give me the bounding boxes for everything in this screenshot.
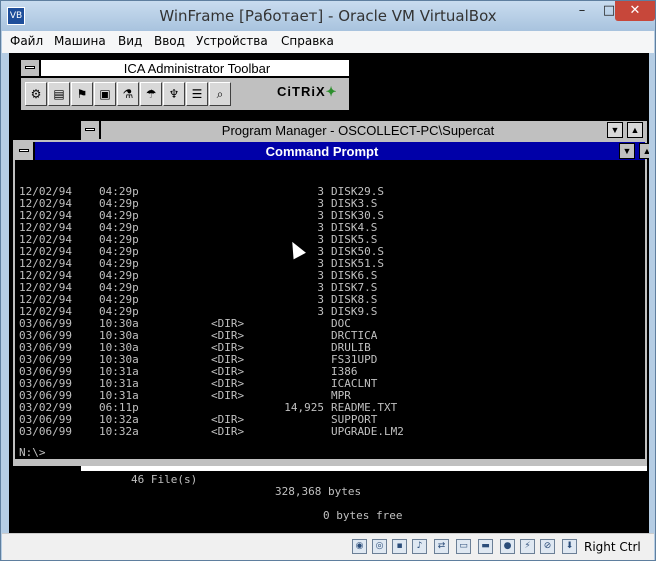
entry-name: UPGRADE.LM2 (331, 425, 404, 438)
entry-time: 10:32a (99, 425, 139, 438)
menu-input[interactable]: Ввод (154, 34, 185, 48)
entry-size: 14,925 (284, 401, 324, 414)
ica-tool-4-icon[interactable]: ▣ (94, 82, 116, 106)
free-bytes: 0 bytes free (323, 509, 403, 522)
command-prompt-titlebar[interactable]: Command Prompt ▼ ▲ (15, 142, 649, 160)
network-icon[interactable]: ⇄ (434, 539, 449, 554)
ica-tool-9-icon[interactable]: ⌕ (209, 82, 231, 106)
pm-system-menu-button[interactable] (81, 121, 101, 139)
citrix-logo: CiTRiX✦ (277, 84, 338, 100)
host-window-title: WinFrame [Работает] - Oracle VM VirtualB… (159, 7, 497, 25)
program-manager-title: Program Manager - OSCOLLECT-PC\Supercat (221, 123, 495, 138)
display-icon[interactable]: ▬ (478, 539, 493, 554)
host-titlebar[interactable]: VB WinFrame [Работает] - Oracle VM Virtu… (1, 1, 655, 31)
shared-folder-icon[interactable]: ▭ (456, 539, 471, 554)
host-key-label: Right Ctrl (584, 540, 641, 554)
optical-drive-icon[interactable]: ◎ (372, 539, 387, 554)
entry-size: 3 (317, 293, 324, 306)
citrix-logo-mark: ✦ (325, 84, 338, 99)
ica-toolbar-title: ICA Administrator Toolbar (123, 61, 271, 76)
mouse-integration-icon[interactable]: ⊘ (540, 539, 555, 554)
command-prompt-title: Command Prompt (265, 144, 379, 159)
citrix-logo-text: CiTRiX (277, 84, 326, 99)
ica-tool-7-icon[interactable]: ♆ (163, 82, 185, 106)
entry-size: 3 (317, 209, 324, 222)
ica-toolbar-window: ICA Administrator Toolbar ⚙ ▤ ⚑ ▣ ⚗ ☂ ♆ … (19, 58, 351, 112)
entry-size: 3 (317, 197, 324, 210)
menu-file[interactable]: Файл (10, 34, 43, 48)
ica-tool-1-icon[interactable]: ⚙ (25, 82, 47, 106)
menu-machine[interactable]: Машина (54, 34, 106, 48)
total-bytes: 328,368 bytes (275, 485, 362, 498)
summary-free-row: 0 bytes free (19, 498, 639, 522)
minimize-button[interactable]: – (568, 1, 596, 21)
entry-size: 3 (317, 257, 324, 270)
command-prompt-window: Command Prompt ▼ ▲ 12/02/94 04:29p 3 DISK29… (13, 140, 649, 522)
system-menu-icon (85, 128, 95, 131)
menu-view[interactable]: Вид (118, 34, 142, 48)
system-menu-icon (25, 66, 35, 69)
program-manager-titlebar[interactable]: Program Manager - OSCOLLECT-PC\Supercat … (81, 121, 647, 139)
host-statusbar: ◉ ◎ ▪ ♪ ⇄ ▭ ▬ ● ⚡ ⊘ ⬇ Right Ctrl (2, 533, 654, 560)
console-output[interactable]: 12/02/94 04:29p 3 DISK29.S 12/02/94 04:29p 3 DI… (19, 162, 639, 522)
ica-tool-2-icon[interactable]: ▤ (48, 82, 70, 106)
command-prompt-line[interactable]: N:\> (19, 446, 46, 459)
ica-tool-5-icon[interactable]: ⚗ (117, 82, 139, 106)
cmd-maximize-button[interactable]: ▲ (639, 143, 649, 159)
file-count: 46 File(s) (131, 473, 198, 486)
ica-tool-6-icon[interactable]: ☂ (140, 82, 162, 106)
usb-icon[interactable]: ⚡ (520, 539, 535, 554)
listing-row: 03/06/99 10:32a <DIR> UPGRADE.LM2 (19, 426, 639, 438)
audio-icon[interactable]: ♪ (412, 539, 427, 554)
virtualbox-window: VB WinFrame [Работает] - Oracle VM Virtu… (0, 0, 656, 561)
ica-toolbar-titlebar[interactable]: ICA Administrator Toolbar (21, 60, 349, 78)
ica-tool-3-icon[interactable]: ⚑ (71, 82, 93, 106)
pm-maximize-button[interactable]: ▲ (627, 122, 643, 138)
hard-disk-icon[interactable]: ◉ (352, 539, 367, 554)
host-key-arrow-icon[interactable]: ⬇ (562, 539, 577, 554)
ica-system-menu-button[interactable] (21, 60, 41, 76)
entry-date: 03/06/99 (19, 425, 72, 438)
cmd-minimize-button[interactable]: ▼ (619, 143, 635, 159)
menu-devices[interactable]: Устройства (196, 34, 268, 48)
directory-listing: 12/02/94 04:29p 3 DISK29.S 12/02/94 04:29p 3 DI… (19, 186, 639, 438)
entry-size: 3 (317, 269, 324, 282)
entry-dir-tag: <DIR> (211, 425, 245, 438)
close-button[interactable]: ✕ (615, 1, 655, 21)
entry-size: 3 (317, 281, 324, 294)
entry-size: 3 (317, 221, 324, 234)
entry-size: 3 (317, 185, 324, 198)
system-menu-icon (19, 149, 29, 152)
floppy-icon[interactable]: ▪ (392, 539, 407, 554)
cmd-system-menu-button[interactable] (15, 142, 35, 160)
host-menubar: Файл Машина Вид Ввод Устройства Справка (2, 31, 654, 53)
pm-minimize-button[interactable]: ▼ (607, 122, 623, 138)
video-capture-icon[interactable]: ● (500, 539, 515, 554)
entry-size: 3 (317, 305, 324, 318)
guest-screen[interactable]: ICA Administrator Toolbar ⚙ ▤ ⚑ ▣ ⚗ ☂ ♆ … (9, 53, 649, 533)
menu-help[interactable]: Справка (281, 34, 334, 48)
ica-tool-8-icon[interactable]: ☰ (186, 82, 208, 106)
entry-dir-tag: <DIR> (211, 389, 245, 402)
cmd-horizontal-scrollbar[interactable] (15, 459, 645, 464)
